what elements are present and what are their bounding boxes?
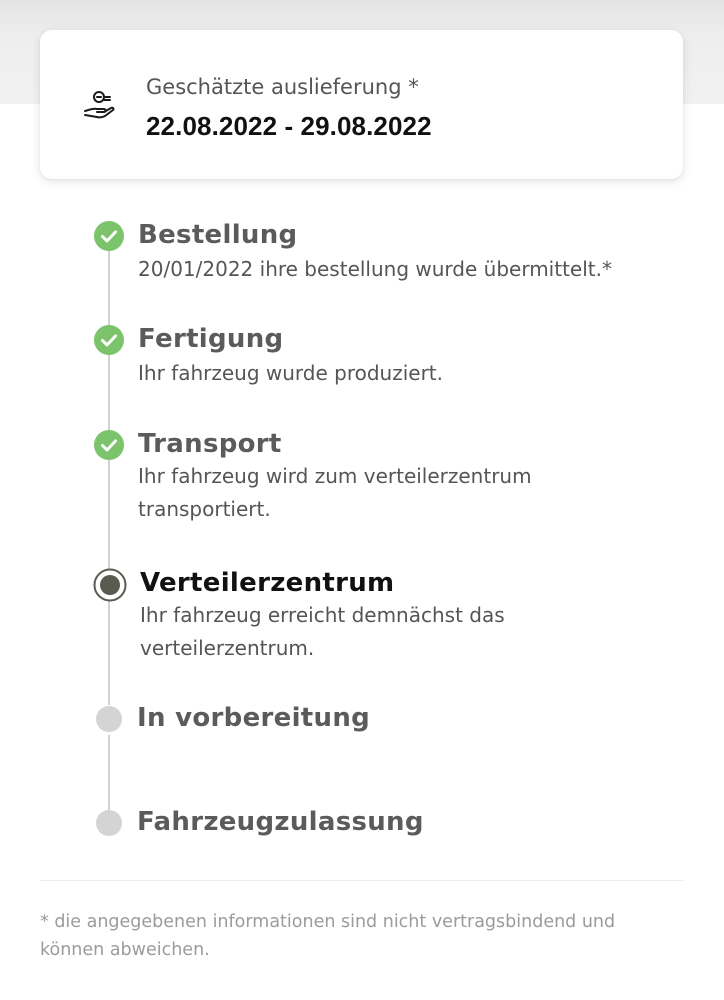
timeline-connector (108, 460, 110, 570)
step-title: Bestellung (138, 220, 298, 250)
step-description: Ihr fahrzeug wurde produziert. (138, 361, 444, 385)
step-title: In vorbereitung (137, 703, 371, 733)
step-description: 20/01/2022 ihre bestellung wurde übermit… (138, 257, 612, 281)
check-circle-icon (94, 430, 124, 460)
step-title: Fahrzeugzulassung (137, 807, 424, 837)
order-status-timeline: Bestellung 20/01/2022 ihre bestellung wu… (0, 0, 724, 880)
current-step-indicator-icon (93, 568, 127, 602)
timeline-connector (108, 735, 110, 810)
timeline-connector (108, 355, 110, 435)
timeline-connector (108, 600, 110, 705)
timeline-connector (108, 250, 110, 330)
step-title: Transport (138, 429, 282, 459)
step-description: Ihr fahrzeug wird zum verteilerzentrum t… (138, 464, 532, 521)
check-circle-icon (94, 221, 124, 251)
step-title: Verteilerzentrum (140, 568, 395, 598)
step-description: Ihr fahrzeug erreicht demnächst das vert… (140, 603, 505, 660)
footer-divider (40, 880, 683, 881)
step-title: Fertigung (138, 324, 284, 354)
pending-step-icon (96, 810, 122, 836)
pending-step-icon (96, 706, 122, 732)
check-circle-icon (94, 325, 124, 355)
disclaimer-footnote: * die angegebenen informationen sind nic… (40, 912, 616, 960)
